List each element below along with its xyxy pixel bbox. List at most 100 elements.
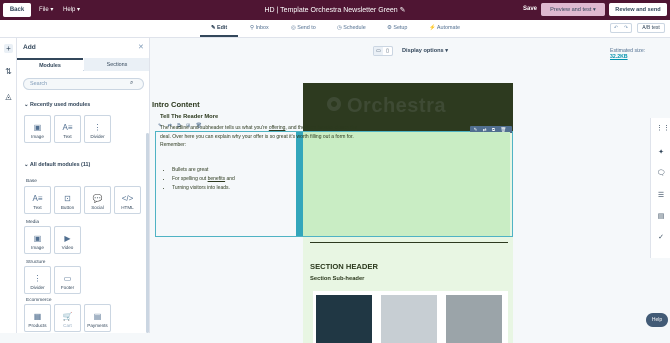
device-toggle: ▭ ▯ [373, 46, 393, 56]
pencil-icon: ✎ [211, 25, 216, 31]
ab-test-button[interactable]: A/B test [637, 23, 665, 33]
module-label: Cart [63, 323, 72, 328]
tab-modules[interactable]: Modules [17, 58, 83, 71]
tab-inbox[interactable]: ⚲ Inbox [250, 25, 269, 31]
panel-tabs: Modules Sections [17, 58, 149, 71]
image-icon: ▣ [33, 123, 42, 132]
comment-icon[interactable]: 🗨 [656, 169, 666, 179]
calendar-icon[interactable]: ▤ [656, 212, 666, 222]
code-icon: </> [121, 194, 134, 203]
intro-subheading: Tell The Reader More [160, 114, 219, 120]
module-image[interactable]: ▣ Image [24, 226, 51, 254]
list-item: Bullets are great [172, 166, 362, 175]
bullet-text: Bullets are great [172, 167, 209, 173]
tab-automate[interactable]: ⚡ Automate [429, 25, 460, 31]
mobile-icon[interactable]: ▯ [383, 47, 392, 55]
document-title-text: HD | Template Orchestra Newsletter Green [264, 7, 398, 14]
sparkle-icon[interactable]: ✦ [656, 148, 666, 158]
undo-redo-group: ↶ ↷ [610, 23, 632, 33]
group-structure-label: Structure [26, 260, 46, 265]
social-icon: 💬 [92, 194, 103, 203]
city-image-3[interactable] [446, 295, 502, 343]
module-image[interactable]: ▣ Image [24, 115, 51, 143]
tab-sections[interactable]: Sections [84, 58, 149, 71]
back-button[interactable]: Back [3, 3, 31, 17]
undo-icon[interactable]: ↶ [614, 25, 618, 31]
module-products[interactable]: ▦ Products [24, 304, 51, 332]
search-input[interactable]: Search [23, 78, 144, 90]
tab-send-to-label: Send to [297, 25, 316, 31]
pencil-icon[interactable]: ✎ [400, 7, 406, 14]
preview-and-test-button[interactable]: Preview and test ▾ [541, 3, 605, 16]
module-button[interactable]: ⊡ Button [54, 186, 81, 214]
help-menu[interactable]: Help ▾ [63, 6, 80, 13]
list-icon[interactable]: ☰ [656, 191, 666, 201]
top-bar: Back File ▾ Help ▾ HD | Template Orchest… [0, 0, 670, 20]
right-rail: ⋮⋮ ✦ 🗨 ☰ ▤ ✓ [650, 118, 670, 258]
module-text[interactable]: A≡ Text [24, 186, 51, 214]
products-icon: ▦ [33, 312, 42, 321]
automate-icon: ⚡ [429, 25, 436, 31]
close-icon[interactable]: ✕ [138, 43, 144, 51]
tab-send-to[interactable]: ◎ Send to [291, 25, 316, 31]
module-divider[interactable]: ⋮ Divider [84, 115, 111, 143]
module-video[interactable]: ▶ Video [54, 226, 81, 254]
video-icon: ▶ [64, 234, 71, 243]
tab-schedule[interactable]: ◷ Schedule [337, 25, 366, 31]
module-cart[interactable]: 🛒 Cart [54, 304, 81, 332]
bullet-text: and [225, 176, 235, 182]
display-options-dropdown[interactable]: Display options ▾ [402, 48, 448, 54]
divider-icon: ⋮ [33, 274, 42, 283]
module-label: Button [60, 205, 75, 210]
send-icon: ◎ [291, 25, 296, 31]
file-menu[interactable]: File ▾ [39, 6, 53, 13]
all-modules-heading[interactable]: ⌄ All default modules (11) [24, 162, 90, 168]
button-icon: ⊡ [64, 194, 71, 203]
image-row[interactable] [313, 291, 508, 343]
city-image-1[interactable] [316, 295, 372, 343]
module-label: Social [91, 205, 104, 210]
add-icon[interactable]: + [4, 44, 13, 53]
estimated-size: Estimated size: 32.2KB [610, 48, 650, 60]
layers-icon[interactable]: ⇅ [4, 67, 13, 76]
tab-edit[interactable]: ✎ Edit [211, 25, 227, 31]
grid-icon[interactable]: ⋮⋮ [656, 124, 670, 134]
help-button[interactable]: Help [646, 313, 668, 327]
tab-schedule-label: Schedule [343, 25, 366, 31]
offering-link[interactable]: offering [269, 125, 286, 131]
section-heading: SECTION HEADER [310, 262, 378, 271]
tab-setup[interactable]: ⚙ Setup [387, 25, 407, 31]
paint-icon[interactable]: ◬ [4, 92, 13, 101]
panel-scrollbar[interactable] [146, 133, 149, 333]
module-text[interactable]: A≡ Text [54, 115, 81, 143]
group-media-label: Media [26, 220, 40, 225]
check-circle-icon[interactable]: ✓ [656, 233, 666, 243]
divider-icon: ⋮ [93, 123, 102, 132]
module-payments[interactable]: ▤ Payments [84, 304, 111, 332]
module-label: Image [31, 245, 44, 250]
module-label: Text [63, 134, 72, 139]
bullet-text: Turning visitors into leads. [172, 185, 230, 191]
clock-icon: ◷ [337, 25, 342, 31]
gear-icon: ⚙ [387, 25, 392, 31]
chevron-down-icon: ▾ [77, 7, 81, 13]
recent-modules-heading[interactable]: ⌄ Recently used modules [24, 102, 90, 108]
intro-heading: Intro Content [152, 100, 200, 109]
cart-icon: 🛒 [62, 312, 73, 321]
module-social[interactable]: 💬 Social [84, 186, 111, 214]
module-divider[interactable]: ⋮ Divider [24, 266, 51, 294]
city-image-2[interactable] [381, 295, 437, 343]
benefits-link[interactable]: benefits [208, 176, 226, 182]
left-rail: + ⇅ ◬ [0, 38, 17, 333]
review-and-send-button[interactable]: Review and send [609, 3, 667, 16]
save-button[interactable]: Save [523, 6, 537, 12]
text-icon: A≡ [32, 194, 43, 203]
display-options-label: Display options [402, 48, 444, 54]
desktop-icon[interactable]: ▭ [374, 47, 383, 55]
redo-icon[interactable]: ↷ [624, 25, 628, 31]
module-footer[interactable]: ▭ Footer [54, 266, 81, 294]
help-menu-label: Help [63, 7, 76, 13]
module-html[interactable]: </> HTML [114, 186, 141, 214]
module-label: Video [61, 245, 74, 250]
estimated-size-value[interactable]: 32.2KB [610, 54, 628, 60]
